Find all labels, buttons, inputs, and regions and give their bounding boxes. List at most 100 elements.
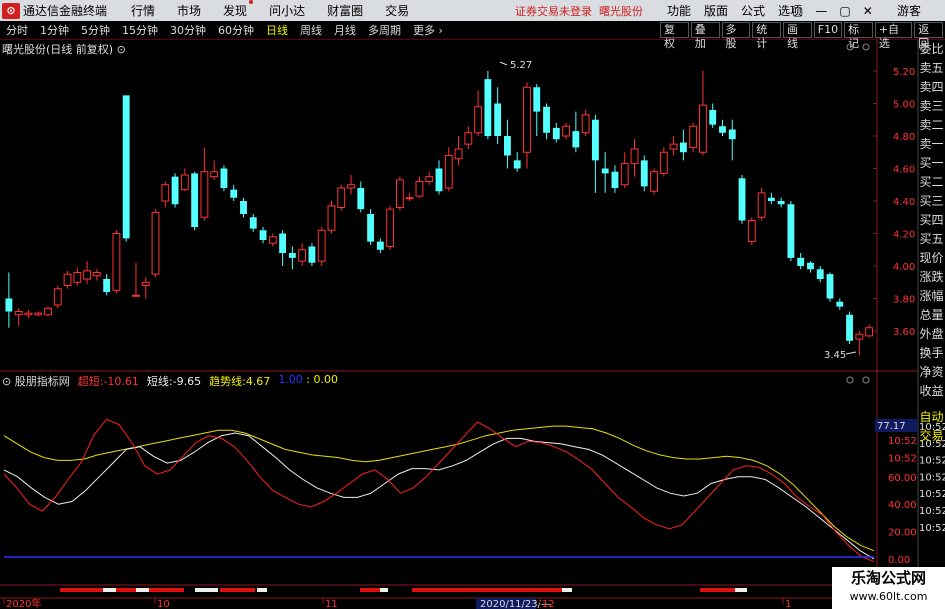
signal-segment xyxy=(562,588,572,592)
side-panel-item[interactable]: 委比 xyxy=(918,40,945,59)
candle-body xyxy=(816,269,824,279)
candle-body xyxy=(347,184,355,189)
candle-body xyxy=(200,171,209,218)
candle-body xyxy=(44,307,52,316)
indicator-tick-label: 10:52 xyxy=(888,454,917,465)
candle-body xyxy=(767,197,775,201)
indicator-dropdown-icon[interactable]: ⊙ xyxy=(2,375,11,388)
candle-body xyxy=(24,312,33,316)
low-pointer-line xyxy=(845,351,857,355)
candle-body xyxy=(191,173,199,227)
side-panel-item[interactable]: 卖五 xyxy=(918,59,945,78)
candle-body xyxy=(425,176,434,182)
side-panel-item[interactable]: 现价 xyxy=(918,249,945,268)
price-tick-label: 4.40 xyxy=(893,197,915,208)
signal-segment xyxy=(116,588,136,592)
stock-title[interactable]: 曙光股份(日线 前复权) ⊙ xyxy=(2,41,126,57)
side-panel-item[interactable]: 涨跌 xyxy=(918,268,945,287)
candle-body xyxy=(738,178,746,221)
candle-body xyxy=(464,132,473,145)
candle-body xyxy=(543,106,550,133)
candle-body xyxy=(504,136,511,156)
candle-body xyxy=(220,168,228,188)
indicator-header: ⊙ 股朋指标网 超短:-10.61 短线:-9.65 趋势线:4.67 1.00… xyxy=(2,373,338,389)
price-tick-label: 4.20 xyxy=(893,230,915,241)
candle-body xyxy=(53,288,62,306)
side-panel-item[interactable]: 买三 xyxy=(918,192,945,211)
candle-body xyxy=(611,171,619,188)
candle-body xyxy=(630,148,639,165)
candle-body xyxy=(240,201,247,214)
signal-segment xyxy=(103,588,116,592)
line4-value: 1.00 xyxy=(278,373,303,386)
price-tick-label: 5.00 xyxy=(893,100,915,111)
candle-body xyxy=(259,230,267,240)
indicator-time-label: 10:52 xyxy=(919,506,945,517)
watermark-title: 乐淘公式网 xyxy=(850,569,926,587)
candle-body xyxy=(337,187,346,208)
candle-body xyxy=(797,257,805,266)
candle-body xyxy=(474,106,483,134)
side-panel-item[interactable]: 外盘 xyxy=(918,325,945,344)
side-panel-item[interactable]: 收益 xyxy=(918,382,945,401)
candle-body xyxy=(523,86,531,153)
line1-label: 超短 xyxy=(77,375,100,388)
candle-body xyxy=(73,272,82,283)
candle-body xyxy=(777,201,785,205)
indicator-tick-label: 10:52 xyxy=(888,436,917,447)
side-panel-item[interactable]: 卖一 xyxy=(918,135,945,154)
candle-body xyxy=(103,279,111,292)
side-panel-item[interactable]: 换手 xyxy=(918,344,945,363)
indicator-time-label: 10:52 xyxy=(919,489,945,500)
candle-body xyxy=(112,233,121,291)
candle-body xyxy=(435,168,443,192)
date-label: 1 xyxy=(785,599,791,609)
signal-segment xyxy=(412,588,562,592)
candle-body xyxy=(122,95,130,239)
indicator-time-label: 10:52 xyxy=(919,472,945,483)
indicator-side-item[interactable]: 交易 xyxy=(918,427,945,446)
candle-body xyxy=(83,270,92,280)
signal-segment xyxy=(136,588,149,592)
quote-side-panel: 委比 卖五 卖四 卖三 卖二 卖一 买一 买二 买三 买四 买五 现价 涨跌 涨幅 总量 外盘 换手 净资 收益自动… xyxy=(918,40,945,446)
candle-body xyxy=(151,211,160,275)
side-panel-item[interactable]: 涨幅 xyxy=(918,287,945,306)
indicator-name[interactable]: ⊙ 股朋指标网 xyxy=(2,373,70,389)
kline-chart[interactable]: 5.27 3.45 5.20 5.00 4.80 4.60 4.40 4.20 4.00 3.… xyxy=(0,0,945,609)
side-panel-item[interactable]: 买一 xyxy=(918,154,945,173)
dropdown-circle-icon[interactable]: ⊙ xyxy=(117,43,126,56)
candle-body xyxy=(533,87,541,112)
side-panel-item[interactable]: 总量 xyxy=(918,306,945,325)
indicator-side-item[interactable]: 自动 xyxy=(918,408,945,427)
candle-body xyxy=(787,204,795,258)
ind-settings-icon[interactable] xyxy=(846,376,854,384)
price-tick-label: 4.60 xyxy=(893,165,915,176)
candle-body xyxy=(298,249,307,262)
side-panel-item[interactable]: 净资 xyxy=(918,363,945,382)
side-panel-item[interactable]: 买二 xyxy=(918,173,945,192)
candle-body xyxy=(279,233,287,253)
candle-body xyxy=(699,104,707,153)
candle-body xyxy=(601,168,609,174)
expand-circle-icon[interactable] xyxy=(862,43,870,51)
candle-body xyxy=(807,262,814,270)
side-panel-item[interactable]: 卖四 xyxy=(918,78,945,97)
ind-expand-icon[interactable] xyxy=(862,376,870,384)
price-tick-label: 5.20 xyxy=(893,67,915,78)
candle-body xyxy=(747,220,756,243)
side-panel-item[interactable]: 买五 xyxy=(918,230,945,249)
side-panel-item[interactable]: 卖三 xyxy=(918,97,945,116)
candle-body xyxy=(415,181,424,197)
candle-body xyxy=(405,197,414,200)
side-panel-item[interactable]: 买四 xyxy=(918,211,945,230)
candle-body xyxy=(659,151,668,174)
candle-body xyxy=(141,281,150,286)
price-tick-labels: 5.20 5.00 4.80 4.60 4.40 4.20 4.00 3.80 3.60 xyxy=(873,67,915,338)
price-annotations: 5.27 3.45 xyxy=(499,60,857,361)
line3-label: 趋势线 xyxy=(209,375,243,388)
line2-value: -9.65 xyxy=(172,375,202,388)
line5-value: 0.00 xyxy=(313,373,339,386)
settings-circle-icon[interactable] xyxy=(846,43,854,51)
side-panel-item[interactable]: 卖二 xyxy=(918,116,945,135)
candle-body xyxy=(317,229,326,262)
